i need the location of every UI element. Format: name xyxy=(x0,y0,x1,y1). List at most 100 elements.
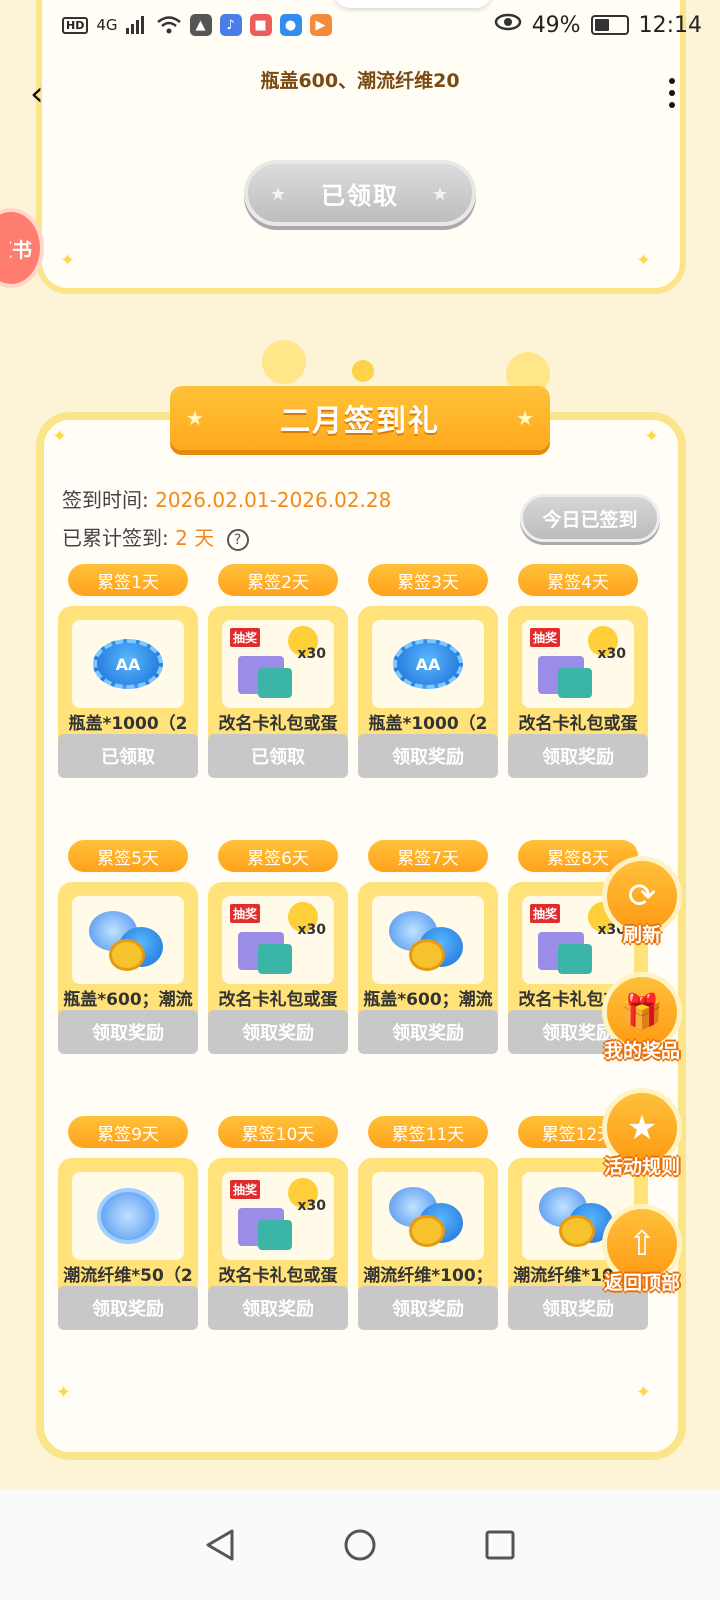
reward-image: 抽奖 x30 xyxy=(222,896,334,984)
combo-reward-icon xyxy=(383,905,473,975)
previous-claimed-label: 已领取 xyxy=(321,181,399,210)
lottery-multiplier: x30 xyxy=(597,646,626,662)
reward-image: AA xyxy=(372,620,484,708)
reward-cell: 累签3天AA瓶盖*1000（2月签到）领取奖励 xyxy=(358,564,498,784)
status-bar: HD 4G ▲ ♪ ■ ● ▶ 49% 12:14 xyxy=(0,0,720,50)
float-button-gift[interactable]: 🎁 我的奖品 xyxy=(596,972,686,1072)
egg-points-icon xyxy=(558,668,592,698)
more-options-icon[interactable] xyxy=(660,74,684,118)
claim-reward-button[interactable]: 领取奖励 xyxy=(358,1010,498,1054)
nav-recents-icon[interactable] xyxy=(480,1525,520,1565)
signin-period-label: 签到时间: xyxy=(62,488,149,512)
status-left: HD 4G ▲ ♪ ■ ● ▶ xyxy=(62,14,332,36)
music-app-icon: ♪ xyxy=(219,14,242,36)
float-button-label: 我的奖品 xyxy=(603,1040,680,1062)
reward-cell: 累签6天抽奖x30改名卡礼包或蛋积分*30领取奖励 xyxy=(208,840,348,1060)
glow-decoration xyxy=(262,340,306,384)
today-signed-button[interactable]: 今日已签到 xyxy=(520,494,660,542)
lottery-multiplier: x30 xyxy=(297,1198,326,1214)
claim-reward-button[interactable]: 已领取 xyxy=(58,734,198,778)
reward-day-tag: 累签9天 xyxy=(68,1116,188,1148)
notification-icon: ▲ xyxy=(189,14,212,36)
bottle-cap-icon: AA xyxy=(93,639,163,689)
coin-icon xyxy=(109,939,145,971)
float-button-label: 刷新 xyxy=(622,924,661,946)
coin-icon xyxy=(559,1215,595,1247)
signin-period-value: 2026.02.01-2026.02.28 xyxy=(155,488,392,512)
red-app-icon: ■ xyxy=(249,14,272,36)
combo-reward-icon xyxy=(383,1181,473,1251)
battery-fill xyxy=(594,19,610,31)
reward-image: 抽奖 x30 xyxy=(222,620,334,708)
clock: 12:14 xyxy=(638,12,702,38)
previous-claimed-button[interactable]: ★ 已领取 ★ xyxy=(244,160,476,226)
reward-day-tag: 累签4天 xyxy=(518,564,638,596)
page-title: 二月签到礼 xyxy=(280,404,440,439)
lottery-tag: 抽奖 xyxy=(530,628,561,647)
float-button-star[interactable]: ★ 活动规则 xyxy=(596,1088,686,1188)
lottery-multiplier: x30 xyxy=(297,922,326,938)
battery-icon xyxy=(590,15,629,35)
bottle-cap-icon: AA xyxy=(393,639,463,689)
reward-image xyxy=(72,1172,184,1260)
reward-image xyxy=(372,896,484,984)
star-icon: ★ xyxy=(186,406,204,430)
signin-period: 签到时间: 2026.02.01-2026.02.28 xyxy=(62,484,391,513)
signin-count: 已累计签到: 2 天 ? xyxy=(62,522,249,551)
reward-image: 抽奖 x30 xyxy=(222,1172,334,1260)
video-app-icon: ▶ xyxy=(309,14,332,36)
lottery-tag: 抽奖 xyxy=(530,904,561,923)
signin-title-banner: ★ 二月签到礼 ★ xyxy=(170,386,550,450)
reward-image: 抽奖 x30 xyxy=(522,620,634,708)
combo-reward-icon xyxy=(83,905,173,975)
reward-cell: 累签2天抽奖x30改名卡礼包或蛋积分*30已领取 xyxy=(208,564,348,784)
wifi-icon xyxy=(156,15,182,35)
reward-cell: 累签5天瓶盖*600；潮流纤维*20（...领取奖励 xyxy=(58,840,198,1060)
help-icon[interactable]: ? xyxy=(226,528,249,551)
lottery-pack-icon: 抽奖 x30 xyxy=(228,900,328,980)
previous-reward-text: 瓶盖600、潮流纤维20 xyxy=(260,70,460,92)
sparkle-icon: ✦ xyxy=(52,426,68,447)
reward-day-tag: 累签3天 xyxy=(368,564,488,596)
signal-icon xyxy=(125,16,148,34)
reward-day-tag: 累签5天 xyxy=(68,840,188,872)
nav-home-icon[interactable] xyxy=(340,1525,380,1565)
status-right: 49% 12:14 xyxy=(494,12,702,38)
lottery-multiplier: x30 xyxy=(297,646,326,662)
nav-back-icon[interactable] xyxy=(200,1525,240,1565)
claim-reward-button[interactable]: 领取奖励 xyxy=(208,1010,348,1054)
claim-reward-button[interactable]: 领取奖励 xyxy=(58,1286,198,1330)
float-button-label: 活动规则 xyxy=(603,1156,680,1178)
claim-reward-button[interactable]: 领取奖励 xyxy=(208,1286,348,1330)
egg-points-icon xyxy=(258,668,292,698)
claim-reward-button[interactable]: 领取奖励 xyxy=(58,1010,198,1054)
star-icon: ★ xyxy=(431,184,450,205)
reward-cell: 累签10天抽奖x30改名卡礼包或蛋积分*30领取奖励 xyxy=(208,1116,348,1336)
float-button-refresh[interactable]: ⟳ 刷新 xyxy=(596,856,686,956)
claim-reward-button[interactable]: 已领取 xyxy=(208,734,348,778)
claim-reward-button[interactable]: 领取奖励 xyxy=(358,734,498,778)
reward-cell: 累签4天抽奖x30改名卡礼包或蛋积分*30领取奖励 xyxy=(508,564,648,784)
signin-count-label: 已累计签到: xyxy=(62,526,169,550)
sparkle-icon: ✦ xyxy=(60,250,76,271)
lottery-pack-icon: 抽奖 x30 xyxy=(228,1176,328,1256)
star-icon: ★ xyxy=(270,184,289,205)
eye-icon xyxy=(494,12,522,38)
claim-reward-button[interactable]: 领取奖励 xyxy=(358,1286,498,1330)
egg-points-icon xyxy=(258,1220,292,1250)
reward-image: AA xyxy=(72,620,184,708)
float-button-arrow-up[interactable]: ⇧ 返回顶部 xyxy=(596,1204,686,1304)
reward-cell: 累签7天瓶盖*600；潮流纤维*20（...领取奖励 xyxy=(358,840,498,1060)
reward-day-tag: 累签11天 xyxy=(368,1116,488,1148)
claim-reward-button[interactable]: 领取奖励 xyxy=(508,734,648,778)
back-arrow-icon[interactable]: ‹ xyxy=(30,74,66,114)
network-label: 4G xyxy=(96,16,118,34)
sparkle-icon: ✦ xyxy=(636,250,652,271)
reward-day-tag: 累签6天 xyxy=(218,840,338,872)
signin-count-value: 2 天 xyxy=(175,526,215,550)
float-button-label: 返回顶部 xyxy=(603,1272,680,1294)
reward-cell: 累签11天潮流纤维*100；金币...领取奖励 xyxy=(358,1116,498,1336)
coin-icon xyxy=(409,939,445,971)
lottery-pack-icon: 抽奖 x30 xyxy=(228,624,328,704)
reward-day-tag: 累签2天 xyxy=(218,564,338,596)
